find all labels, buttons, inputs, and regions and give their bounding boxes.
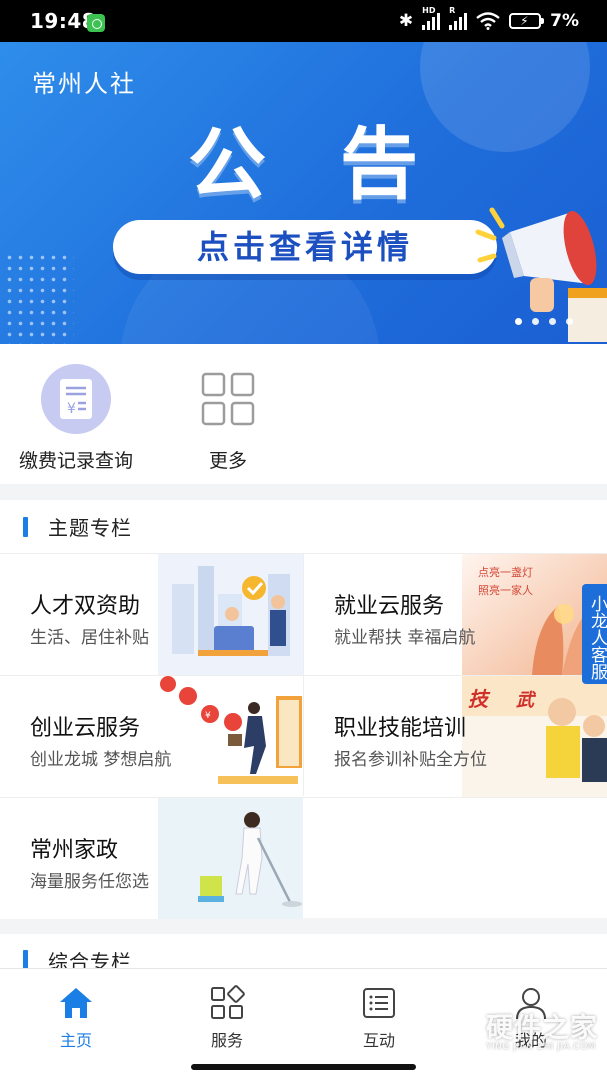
watermark-url: YING JIAN ZHI JIA.COM xyxy=(486,1042,597,1052)
card-subtitle: 生活、居住补贴 xyxy=(30,628,149,648)
chat-list-icon xyxy=(363,988,395,1018)
signal-r-icon: R xyxy=(449,6,468,30)
banner-brand: 常州人社 xyxy=(32,70,136,98)
tab-label: 互动 xyxy=(362,1031,395,1050)
vocational-training-card[interactable]: 技 武 职业技能培训 报名参训补贴全方位 xyxy=(304,676,607,797)
carousel-dot[interactable] xyxy=(549,318,556,325)
tab-services[interactable]: 服务 xyxy=(177,985,277,1051)
entrepreneurship-cloud-card[interactable]: ¥ 创业云服务 创业龙城 梦想启航 xyxy=(0,676,303,797)
svg-text:¥: ¥ xyxy=(205,711,211,721)
card-subtitle: 海量服务任您选 xyxy=(30,872,149,892)
svg-text:武: 武 xyxy=(516,690,537,711)
customer-service-badge[interactable]: 小龙人客服 xyxy=(582,584,607,684)
status-icons: ✱ HD R ⚡ 7% xyxy=(398,6,579,32)
card-title: 创业云服务 xyxy=(30,716,141,741)
banner-cta-button[interactable]: 点击查看详情 xyxy=(113,220,497,274)
section-header: 主题专栏 xyxy=(0,500,607,554)
card-subtitle: 创业龙城 梦想启航 xyxy=(30,750,172,770)
banner-headline: 公告 xyxy=(188,120,493,210)
card-subtitle: 报名参训补贴全方位 xyxy=(334,750,487,770)
grid-divider xyxy=(0,797,607,798)
talent-subsidy-card[interactable]: 人才双资助 生活、居住补贴 xyxy=(0,554,303,675)
topic-section: 主题专栏 人才双资助 生活、居住补贴 点亮一盏灯 照亮一家人 就业云服务 就业帮… xyxy=(0,500,607,919)
payment-record-button[interactable]: ¥ 缴费记录查询 xyxy=(1,364,151,473)
businessman-door-illustration: ¥ xyxy=(158,676,303,797)
battery-percent: 7% xyxy=(550,11,579,31)
office-illustration xyxy=(158,554,303,675)
section-accent-bar xyxy=(23,516,28,537)
signal-hd-icon: HD xyxy=(422,6,441,30)
quick-action-label: 更多 xyxy=(208,450,247,472)
signal-r-label: R xyxy=(449,6,456,15)
card-title: 就业云服务 xyxy=(334,594,445,619)
tab-interaction[interactable]: 互动 xyxy=(329,985,429,1051)
status-bar: 19:48 ✱ HD R ⚡ 7% xyxy=(0,0,607,42)
signal-hd-label: HD xyxy=(422,6,436,15)
carousel-dot[interactable] xyxy=(566,318,573,325)
watermark: 硬件之家 YING JIAN ZHI JIA.COM xyxy=(438,1004,598,1056)
receipt-icon: ¥ xyxy=(41,364,111,434)
svg-text:¥: ¥ xyxy=(67,401,76,417)
tab-label: 服务 xyxy=(210,1031,243,1050)
general-section: 综合专栏 xyxy=(0,934,607,968)
cleaning-illustration xyxy=(158,798,303,919)
more-button[interactable]: 更多 xyxy=(153,364,303,473)
carousel-indicators[interactable] xyxy=(515,318,573,325)
card-title: 常州家政 xyxy=(30,838,119,863)
watermark-logo-icon xyxy=(440,1006,480,1050)
section-accent-bar xyxy=(23,950,28,968)
carousel-dot[interactable] xyxy=(515,318,522,325)
wifi-icon xyxy=(476,12,500,30)
home-icon xyxy=(60,988,92,1018)
quick-actions: ¥ 缴费记录查询 更多 xyxy=(0,344,607,484)
card-subtitle: 就业帮扶 幸福启航 xyxy=(334,628,476,648)
home-indicator[interactable] xyxy=(191,1064,416,1070)
carousel-dot[interactable] xyxy=(532,318,539,325)
housekeeping-card[interactable]: 常州家政 海量服务任您选 xyxy=(0,798,303,919)
quick-action-label: 缴费记录查询 xyxy=(18,450,133,472)
bluetooth-icon: ✱ xyxy=(398,11,414,31)
announcement-banner[interactable]: 常州人社 公告 点击查看详情 xyxy=(0,42,607,344)
battery-icon: ⚡ xyxy=(509,13,545,29)
svg-text:照亮一家人: 照亮一家人 xyxy=(478,583,533,597)
svg-text:技: 技 xyxy=(468,687,491,711)
tab-label: 主页 xyxy=(59,1031,92,1050)
skills-contest-illustration: 技 武 xyxy=(462,676,607,797)
wechat-notification-icon xyxy=(87,14,105,32)
employment-cloud-card[interactable]: 点亮一盏灯 照亮一家人 就业云服务 就业帮扶 幸福启航 xyxy=(304,554,607,675)
section-title: 综合专栏 xyxy=(48,950,132,968)
card-title: 人才双资助 xyxy=(30,594,141,619)
svg-text:点亮一盏灯: 点亮一盏灯 xyxy=(478,565,533,579)
grid-icon xyxy=(193,364,263,434)
services-grid-icon xyxy=(211,985,245,1019)
watermark-name: 硬件之家 xyxy=(486,1013,598,1044)
section-title: 主题专栏 xyxy=(48,516,132,540)
grid-divider xyxy=(0,675,607,676)
banner-dot-pattern xyxy=(4,252,74,344)
card-title: 职业技能培训 xyxy=(334,716,467,741)
tab-home[interactable]: 主页 xyxy=(26,985,126,1051)
